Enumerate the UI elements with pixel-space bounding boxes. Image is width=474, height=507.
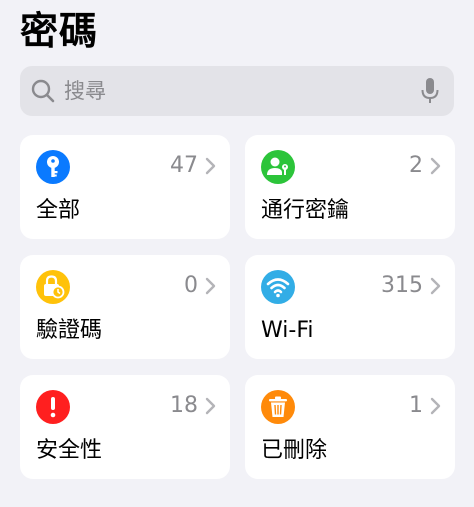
key-icon	[36, 150, 70, 184]
category-label: 已刪除	[261, 438, 328, 463]
page-title: 密碼	[20, 9, 99, 53]
category-card-all[interactable]: 47 全部	[20, 135, 230, 239]
category-label: Wi-Fi	[261, 318, 314, 343]
chevron-right-icon	[430, 277, 441, 295]
lock-clock-icon	[36, 270, 70, 304]
category-card-deleted[interactable]: 1 已刪除	[245, 375, 455, 479]
search-bar[interactable]: 搜尋	[20, 66, 454, 116]
category-label: 全部	[36, 198, 81, 223]
category-card-wifi[interactable]: 315 Wi-Fi	[245, 255, 455, 359]
category-card-codes[interactable]: 0 驗證碼	[20, 255, 230, 359]
search-icon	[31, 79, 55, 103]
category-grid: 47 全部 2 通行密鑰 0 驗證碼 315 Wi-Fi 18 安全性 1 已刪…	[20, 135, 455, 480]
category-label: 驗證碼	[36, 318, 103, 343]
person-key-icon	[261, 150, 295, 184]
chevron-right-icon	[205, 157, 216, 175]
wifi-icon	[261, 270, 295, 304]
chevron-right-icon	[430, 157, 441, 175]
microphone-icon[interactable]	[420, 77, 440, 105]
category-label: 通行密鑰	[261, 198, 350, 223]
category-count: 47	[170, 153, 198, 178]
category-card-passkeys[interactable]: 2 通行密鑰	[245, 135, 455, 239]
category-count: 2	[409, 153, 423, 178]
chevron-right-icon	[205, 397, 216, 415]
category-count: 315	[381, 273, 423, 298]
chevron-right-icon	[205, 277, 216, 295]
category-label: 安全性	[36, 438, 103, 463]
search-input[interactable]: 搜尋	[64, 66, 106, 116]
category-card-security[interactable]: 18 安全性	[20, 375, 230, 479]
chevron-right-icon	[430, 397, 441, 415]
category-count: 18	[170, 393, 198, 418]
category-count: 1	[409, 393, 423, 418]
category-count: 0	[184, 273, 198, 298]
trash-icon	[261, 390, 295, 424]
exclamation-icon	[36, 390, 70, 424]
